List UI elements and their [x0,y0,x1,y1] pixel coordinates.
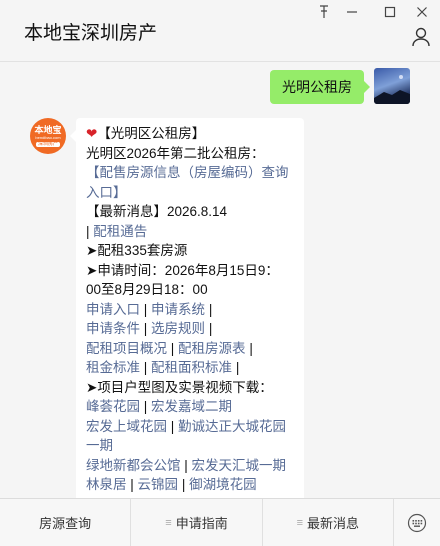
project-link[interactable]: 云锦园 [138,477,179,492]
presale-query-link-a[interactable]: 【配售房源信息（房屋编码）查询 [86,163,294,183]
menu-latest-news[interactable]: ≡ 最新消息 [263,499,394,546]
bot-avatar-tag: 深圳房产 [35,140,60,147]
arrow-icon: ➤ [86,262,98,278]
bottom-menu-bar: 房源查询 ≡ 申请指南 ≡ 最新消息 [0,498,440,546]
menu-apply-guide[interactable]: ≡ 申请指南 [131,499,263,546]
separator: | [184,457,188,473]
user-icon[interactable] [410,26,432,48]
title-bar: 本地宝深圳房产 [0,0,440,62]
allocation-notice-link[interactable]: 配租通告 [93,224,147,239]
latest-news-date: 2026.8.14 [167,204,228,219]
rent-standard-link[interactable]: 租金标准 [86,360,140,375]
project-link[interactable]: 宏发天汇城一期 [192,458,287,473]
minimize-icon[interactable] [340,2,364,22]
project-link[interactable]: 峰荟花园 [86,399,140,414]
presale-query-link-b[interactable]: 入口】 [86,183,294,203]
reply-message-bubble: ❤【光明区公租房】 光明区2026年第二批公租房： 【配售房源信息（房屋编码）查… [70,118,304,498]
menu-housing-query[interactable]: 房源查询 [0,499,132,546]
project-link[interactable]: 林泉居 [86,477,127,492]
separator: | [143,301,148,317]
menu-apply-guide-label: 申请指南 [175,516,228,531]
separator: | [170,418,175,434]
arrow-icon: ➤ [86,243,98,258]
separator: | [143,360,148,375]
apply-entry-link[interactable]: 申请入口 [86,302,140,317]
bot-avatar-domain: bendibao.com [35,134,61,140]
maximize-icon[interactable] [378,2,402,22]
project-link[interactable]: 宏发上域花园 [86,419,167,434]
selection-rules-link[interactable]: 选房规则 [151,321,205,336]
pin-icon[interactable] [312,2,336,22]
project-overview-link[interactable]: 配租项目概况 [86,341,167,356]
heart-icon: ❤ [86,126,98,141]
project-link[interactable]: 绿地新都会公馆 [86,458,181,473]
window-title: 本地宝深圳房产 [24,23,158,44]
apply-system-link[interactable]: 申请系统 [151,302,205,317]
project-link[interactable]: 勤诚达正大城花园 [178,419,286,434]
apply-conditions-link[interactable]: 申请条件 [86,321,140,336]
close-icon[interactable] [410,2,434,22]
video-download-text: 项目户型图及实景视频下载： [97,379,273,395]
reply-subheading: 光明区2026年第二批公租房： [86,145,265,161]
chat-area[interactable]: 光明公租房 本地宝 bendibao.com 深圳房产 ❤【光明区公租房】 光明… [0,62,440,498]
bot-avatar-logo: 本地宝 [34,124,62,135]
project-link[interactable]: 一期 [86,436,294,456]
separator: | [143,321,148,336]
separator: | [170,340,175,356]
separator: | [130,477,134,492]
menu-lines-icon: ≡ [296,516,304,529]
my-avatar[interactable] [374,68,410,104]
units-text: 配租335套房源 [97,243,188,258]
separator: | [181,477,186,492]
separator: | [143,399,148,414]
arrow-icon: ➤ [86,379,98,395]
separator: | [249,340,253,356]
apply-time-text-b: 00至8月29日18：00 [86,282,208,297]
separator: | [208,301,213,317]
area-standard-link[interactable]: 配租面积标准 [151,360,232,375]
separator: | [208,321,213,336]
reply-heading: 【光明区公租房】 [97,126,206,141]
menu-latest-news-label: 最新消息 [307,516,360,531]
separator: | [86,223,90,239]
apply-time-text-a: 申请时间：2026年8月15日9： [97,262,279,278]
menu-lines-icon: ≡ [165,516,172,529]
latest-news-label: 【最新消息】 [86,204,167,219]
separator: | [235,360,240,375]
housing-list-link[interactable]: 配租房源表 [178,341,246,356]
bot-avatar[interactable]: 本地宝 bendibao.com 深圳房产 [30,118,66,154]
project-link[interactable]: 御湖境花园 [189,477,257,492]
menu-housing-query-label: 房源查询 [39,516,92,531]
sent-message-bubble[interactable]: 光明公租房 [270,70,370,104]
keyboard-icon[interactable] [394,499,440,546]
project-link[interactable]: 宏发嘉域二期 [151,399,232,414]
